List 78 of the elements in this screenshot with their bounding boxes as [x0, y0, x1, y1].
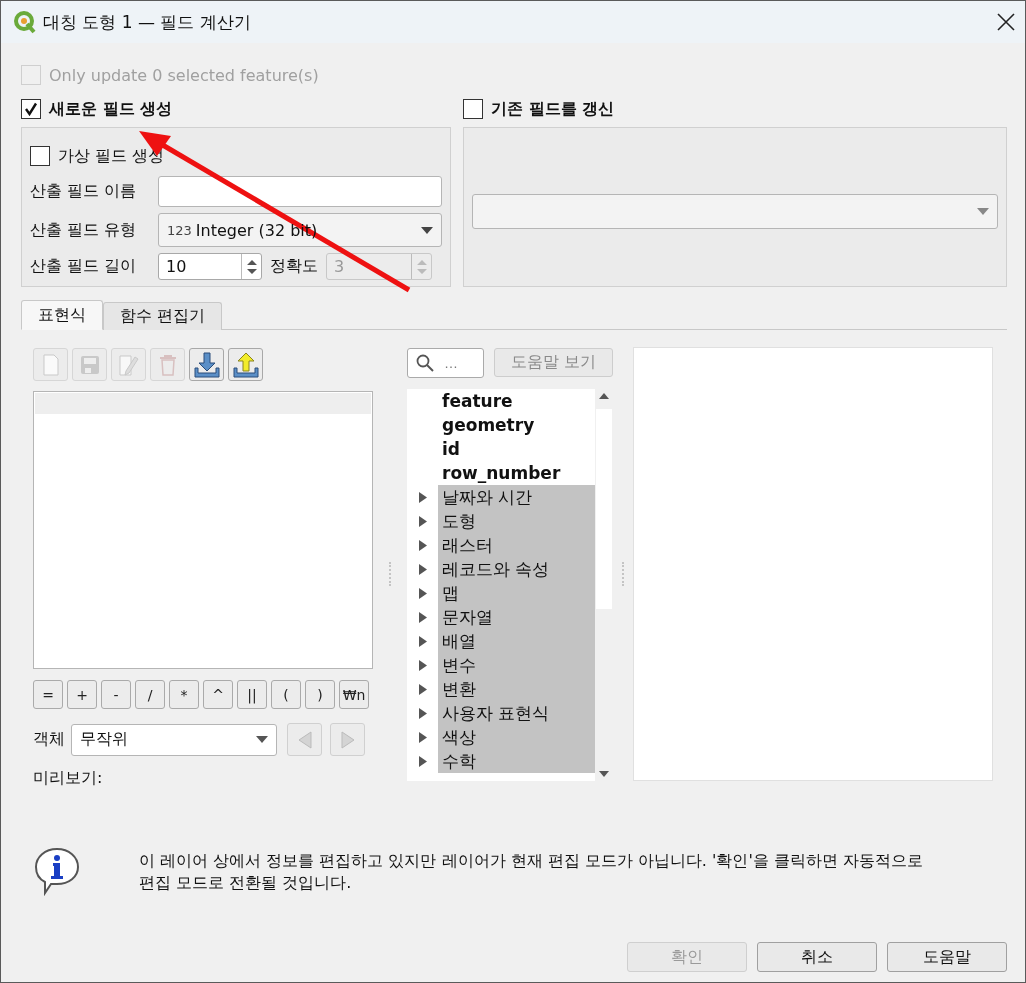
field-label: 산출 필드 길이 — [30, 256, 138, 277]
field-label: 산출 필드 유형 — [30, 219, 138, 241]
checkbox[interactable] — [30, 146, 50, 166]
tree-group[interactable]: 변수 — [438, 653, 595, 677]
collapsed-arrow-icon[interactable] — [418, 587, 427, 599]
tree-group[interactable]: 배열 — [438, 629, 595, 653]
collapsed-arrow-icon[interactable] — [418, 563, 427, 575]
close-icon[interactable] — [997, 13, 1015, 31]
operator-button[interactable]: || — [237, 680, 267, 709]
search-field[interactable]: … — [407, 348, 484, 378]
dialog-button[interactable]: 취소 — [757, 942, 877, 972]
operator-button[interactable]: = — [33, 680, 63, 709]
save-icon — [79, 354, 100, 375]
collapsed-arrow-icon[interactable] — [418, 755, 427, 767]
window-title: 대칭 도형 1 — 필드 계산기 — [43, 10, 252, 34]
operator-button[interactable]: ₩n — [339, 680, 369, 709]
checkbox[interactable] — [21, 99, 41, 119]
search-icon — [416, 354, 434, 372]
operator-button[interactable]: * — [169, 680, 199, 709]
name-input[interactable] — [158, 176, 442, 207]
splitter-handle[interactable] — [622, 562, 624, 586]
collapsed-arrow-icon[interactable] — [418, 539, 427, 551]
operator-button[interactable]: ^ — [203, 680, 233, 709]
feature-dropdown[interactable]: 무작위 — [71, 723, 277, 756]
tree-group[interactable]: 사용자 표현식 — [438, 701, 595, 725]
caret-icon — [977, 208, 989, 215]
tab[interactable]: 표현식 — [21, 300, 103, 330]
checkbox-label: Only update 0 selected feature(s) — [49, 65, 319, 85]
trash-icon — [158, 353, 177, 376]
tree-group[interactable]: 수학 — [438, 749, 595, 773]
field-dropdown[interactable] — [472, 194, 998, 229]
toolbar-button[interactable] — [228, 348, 263, 381]
operator-button[interactable]: / — [135, 680, 165, 709]
collapsed-arrow-icon[interactable] — [418, 491, 427, 503]
info-icon — [33, 846, 81, 896]
collapsed-arrow-icon[interactable] — [418, 683, 427, 695]
tab[interactable]: 함수 편집기 — [103, 302, 223, 330]
operator-button[interactable]: ) — [305, 680, 335, 709]
tree-group[interactable]: 날짜와 시간 — [438, 485, 595, 509]
info-message: 이 레이어 상에서 정보를 편집하고 있지만 레이어가 현재 편집 모드가 아닙니다. '확인'을 클릭하면 자동적으로 편집 모드로 전환될 것입니다. — [139, 850, 924, 894]
splitter-handle[interactable] — [389, 562, 391, 586]
caret-icon — [421, 226, 433, 234]
left-triangle-icon — [297, 730, 312, 749]
length-spinbox[interactable]: 10 — [158, 253, 262, 280]
tree-group[interactable]: 문자열 — [438, 605, 595, 629]
collapsed-arrow-icon[interactable] — [418, 611, 427, 623]
checkbox[interactable] — [463, 99, 483, 119]
app-logo-icon — [13, 10, 37, 34]
function-tree[interactable]: feature geometry id row_number 날짜와 시간 도형 래스터 레코드와 속성 맵 문자열 배열 변수 변환 사용자 표현식 색상 수학 — [407, 389, 613, 781]
collapsed-arrow-icon[interactable] — [418, 707, 427, 719]
collapsed-arrow-icon[interactable] — [418, 515, 427, 527]
preview-label: 미리보기: — [33, 768, 104, 789]
toolbar-button[interactable] — [189, 348, 224, 381]
new-file-icon — [42, 353, 59, 376]
tree-group[interactable]: 변환 — [438, 677, 595, 701]
checkbox-label: 기존 필드를 갱신 — [491, 98, 615, 120]
tree-group[interactable]: 래스터 — [438, 533, 595, 557]
collapsed-arrow-icon[interactable] — [418, 659, 427, 671]
tree-group[interactable]: 맵 — [438, 581, 595, 605]
right-triangle-icon — [340, 730, 355, 749]
field-label: 정확도 — [270, 256, 318, 277]
upload-icon — [232, 351, 259, 378]
collapsed-arrow-icon[interactable] — [418, 731, 427, 743]
operator-button[interactable]: - — [101, 680, 131, 709]
edit-icon — [118, 353, 139, 376]
checkbox-label: 가상 필드 생성 — [58, 145, 165, 167]
field-label: 산출 필드 이름 — [30, 181, 138, 202]
caret-icon — [256, 736, 268, 743]
tree-group[interactable]: 색상 — [438, 725, 595, 749]
download-icon — [193, 351, 220, 378]
tree-group[interactable]: 도형 — [438, 509, 595, 533]
operator-button[interactable]: + — [67, 680, 97, 709]
collapsed-arrow-icon[interactable] — [418, 635, 427, 647]
dialog-button[interactable]: 도움말 — [887, 942, 1007, 972]
field-label: 객체 — [33, 729, 65, 750]
checkbox-label: 새로운 필드 생성 — [49, 98, 173, 120]
operator-button[interactable]: ( — [271, 680, 301, 709]
tree-group[interactable]: 레코드와 속성 — [438, 557, 595, 581]
